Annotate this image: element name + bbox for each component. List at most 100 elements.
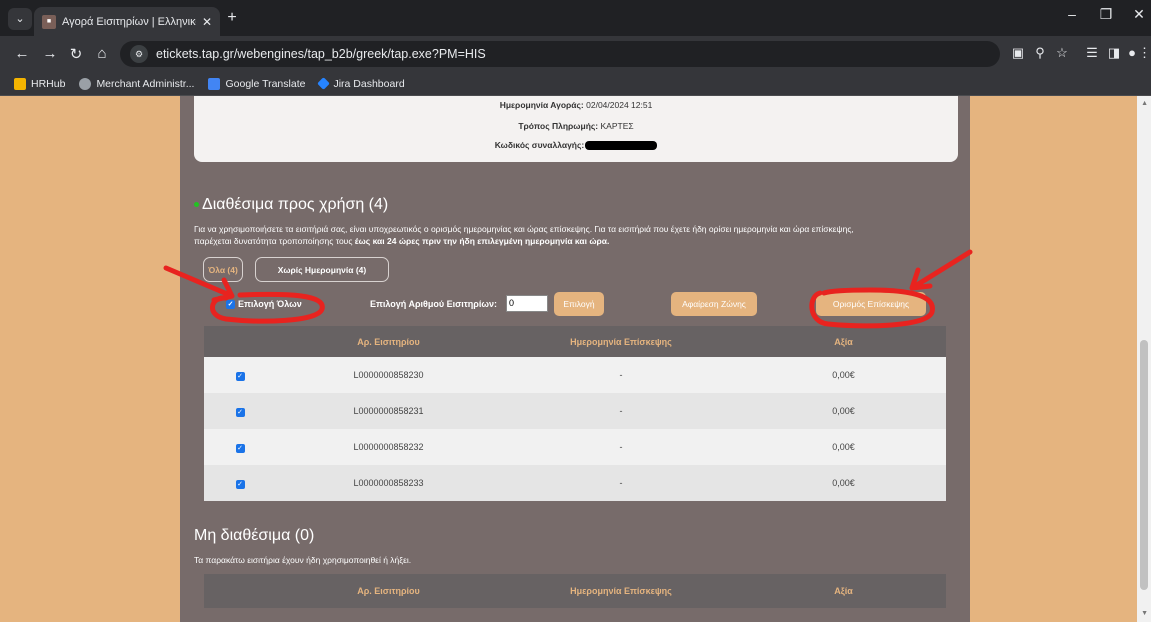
purchase-summary-card: Ημερομηνία Αγοράς: 02/04/2024 12:51 Τρόπ… bbox=[194, 96, 958, 162]
close-icon[interactable]: ✕ bbox=[202, 15, 212, 29]
table-row[interactable]: ✓ L0000000858232 - 0,00€ bbox=[204, 429, 946, 465]
url-text: etickets.tap.gr/webengines/tap_b2b/greek… bbox=[156, 47, 486, 61]
tab-search-button[interactable]: ⌄ bbox=[8, 8, 32, 30]
bookmark-label: HRHub bbox=[31, 77, 66, 90]
hrhub-icon bbox=[14, 77, 26, 90]
col-value: Αξία bbox=[834, 336, 853, 347]
row-checkbox[interactable]: ✓ bbox=[204, 478, 276, 489]
unavailable-section-title: Μη διαθέσιμα (0) bbox=[194, 527, 315, 544]
unavailable-description: Τα παρακάτω εισιτήρια έχουν ήδη χρησιμοπ… bbox=[194, 555, 412, 565]
bookmark-star-icon[interactable]: ☆ bbox=[1052, 45, 1072, 61]
unavailable-tickets-table: Αρ. Εισιτηρίου Ημερομηνία Επίσκεψης Αξία bbox=[204, 574, 946, 608]
bookmark-label: Google Translate bbox=[225, 77, 306, 90]
tab-bar: ⌄ ■ Αγορά Εισιτηρίων | Ελληνικοί ✕ + – ❐… bbox=[0, 0, 1151, 36]
ticket-number: L0000000858230 bbox=[353, 370, 424, 380]
minimize-icon[interactable]: – bbox=[1057, 6, 1087, 22]
side-panel-icon[interactable]: ◨ bbox=[1104, 45, 1124, 61]
ticket-value: 0,00€ bbox=[832, 442, 855, 452]
filter-all-chip[interactable]: Όλα (4) bbox=[203, 257, 243, 282]
select-button[interactable]: Επιλογή bbox=[554, 292, 604, 316]
checkbox-icon[interactable]: ✓ bbox=[235, 479, 245, 489]
scroll-up-arrow-icon[interactable]: ▲ bbox=[1141, 100, 1148, 107]
available-tickets-table: Αρ. Εισιτηρίου Ημερομηνία Επίσκεψης Αξία… bbox=[204, 326, 946, 501]
select-all-checkbox[interactable]: ✓ Επιλογή Όλων bbox=[226, 299, 302, 309]
bookmarks-bar: HRHub Merchant Administr... Google Trans… bbox=[0, 72, 1151, 96]
visit-date: - bbox=[619, 406, 623, 416]
remove-zone-button[interactable]: Αφαίρεση Ζώνης bbox=[671, 292, 757, 316]
table-row[interactable]: ✓ L0000000858230 - 0,00€ bbox=[204, 357, 946, 393]
ticket-number: L0000000858233 bbox=[353, 478, 424, 488]
row-checkbox[interactable]: ✓ bbox=[204, 370, 276, 381]
maximize-icon[interactable]: ❐ bbox=[1091, 6, 1121, 23]
bookmark-jira[interactable]: Jira Dashboard bbox=[317, 77, 405, 90]
ticket-count-label: Επιλογή Αριθμού Εισιτηρίων: bbox=[370, 299, 497, 309]
main-content: Ημερομηνία Αγοράς: 02/04/2024 12:51 Τρόπ… bbox=[180, 96, 970, 622]
payment-method-value: ΚΑΡΤΕΣ bbox=[600, 121, 634, 131]
available-section-title: Διαθέσιμα προς χρήση (4) bbox=[194, 196, 388, 214]
checkbox-icon[interactable]: ✓ bbox=[235, 407, 245, 417]
purchase-date-row: Ημερομηνία Αγοράς: 02/04/2024 12:51 bbox=[194, 100, 958, 110]
available-title-text: Διαθέσιμα προς χρήση (4) bbox=[202, 196, 389, 213]
site-favicon-icon: ■ bbox=[42, 14, 56, 29]
zoom-icon[interactable]: ⚲ bbox=[1030, 45, 1050, 61]
window-close-icon[interactable]: ✕ bbox=[1124, 6, 1151, 23]
new-tab-button[interactable]: + bbox=[222, 9, 242, 27]
site-info-icon[interactable]: ⚙ bbox=[130, 45, 148, 63]
translate-app-icon bbox=[208, 77, 221, 90]
purchase-date-label: Ημερομηνία Αγοράς: bbox=[499, 100, 584, 110]
row-checkbox[interactable]: ✓ bbox=[204, 442, 276, 453]
checkbox-icon[interactable]: ✓ bbox=[235, 371, 245, 381]
payment-method-row: Τρόπος Πληρωμής: ΚΑΡΤΕΣ bbox=[194, 121, 958, 131]
browser-toolbar: ← → ↻ ⌂ ⚙ etickets.tap.gr/webengines/tap… bbox=[0, 36, 1151, 72]
col-ticket-number: Αρ. Εισιτηρίου bbox=[357, 586, 420, 596]
forward-icon[interactable]: → bbox=[40, 45, 60, 62]
ticket-value: 0,00€ bbox=[832, 478, 855, 488]
back-icon[interactable]: ← bbox=[12, 45, 32, 62]
transaction-code-row: Κωδικός συναλλαγής: bbox=[194, 140, 958, 151]
checkbox-icon[interactable]: ✓ bbox=[226, 299, 235, 309]
menu-icon[interactable]: ⋮ bbox=[1138, 45, 1151, 61]
home-icon[interactable]: ⌂ bbox=[92, 45, 112, 62]
ticket-count-input[interactable]: 0 bbox=[506, 295, 548, 312]
transaction-code-label: Κωδικός συναλλαγής: bbox=[494, 140, 585, 150]
desc-line-1: Για να χρησιμοποιήσετε τα εισιτήριά σας,… bbox=[194, 224, 854, 234]
visit-date: - bbox=[619, 442, 623, 452]
bookmark-hrhub[interactable]: HRHub bbox=[14, 77, 66, 90]
ticket-controls: ✓ Επιλογή Όλων Επιλογή Αριθμού Εισιτηρίω… bbox=[204, 286, 946, 326]
filter-no-date-chip[interactable]: Χωρίς Ημερομηνία (4) bbox=[255, 257, 389, 282]
ticket-value: 0,00€ bbox=[832, 370, 855, 380]
available-description: Για να χρησιμοποιήσετε τα εισιτήριά σας,… bbox=[194, 223, 964, 247]
reload-icon[interactable]: ↻ bbox=[66, 45, 86, 63]
redacted-value bbox=[585, 141, 658, 151]
table-row[interactable]: ✓ L0000000858231 - 0,00€ bbox=[204, 393, 946, 429]
select-all-label: Επιλογή Όλων bbox=[238, 299, 302, 309]
purchase-date-value: 02/04/2024 12:51 bbox=[586, 100, 653, 110]
table-row[interactable]: ✓ L0000000858233 - 0,00€ bbox=[204, 465, 946, 501]
col-visit-date: Ημερομηνία Επίσκεψης bbox=[570, 336, 672, 347]
visit-date: - bbox=[619, 478, 623, 488]
col-value: Αξία bbox=[834, 586, 853, 596]
desc-line-2: παρέχεται δυνατότητα τροποποίησης τους bbox=[194, 236, 355, 246]
browser-tab[interactable]: ■ Αγορά Εισιτηρίων | Ελληνικοί ✕ bbox=[34, 7, 220, 36]
reading-list-icon[interactable]: ☰ bbox=[1082, 45, 1102, 61]
visit-date: - bbox=[619, 370, 623, 380]
set-visit-button[interactable]: Ορισμός Επίσκεψης bbox=[816, 292, 926, 316]
table-header: Αρ. Εισιτηρίου Ημερομηνία Επίσκεψης Αξία bbox=[204, 326, 946, 357]
desc-line-2-bold: έως και 24 ώρες πριν την ήδη επιλεγμένη … bbox=[354, 236, 610, 246]
row-checkbox[interactable]: ✓ bbox=[204, 406, 276, 417]
address-bar[interactable]: ⚙ etickets.tap.gr/webengines/tap_b2b/gre… bbox=[120, 41, 1000, 67]
bookmark-google-translate[interactable]: Google Translate bbox=[208, 77, 306, 90]
scrollbar-thumb[interactable] bbox=[1140, 340, 1148, 590]
ticket-number: L0000000858231 bbox=[353, 406, 424, 416]
checkbox-icon[interactable]: ✓ bbox=[235, 443, 245, 453]
translate-icon[interactable]: ▣ bbox=[1008, 45, 1028, 61]
table-header: Αρ. Εισιτηρίου Ημερομηνία Επίσκεψης Αξία bbox=[204, 574, 946, 608]
jira-icon bbox=[317, 77, 331, 90]
scroll-down-arrow-icon[interactable]: ▼ bbox=[1141, 610, 1148, 617]
col-ticket-number: Αρ. Εισιτηρίου bbox=[357, 336, 420, 347]
bookmark-merchant-admin[interactable]: Merchant Administr... bbox=[79, 77, 194, 90]
payment-method-label: Τρόπος Πληρωμής: bbox=[518, 121, 599, 131]
bookmark-label: Jira Dashboard bbox=[333, 77, 405, 90]
ticket-value: 0,00€ bbox=[832, 406, 855, 416]
col-visit-date: Ημερομηνία Επίσκεψης bbox=[570, 586, 672, 596]
